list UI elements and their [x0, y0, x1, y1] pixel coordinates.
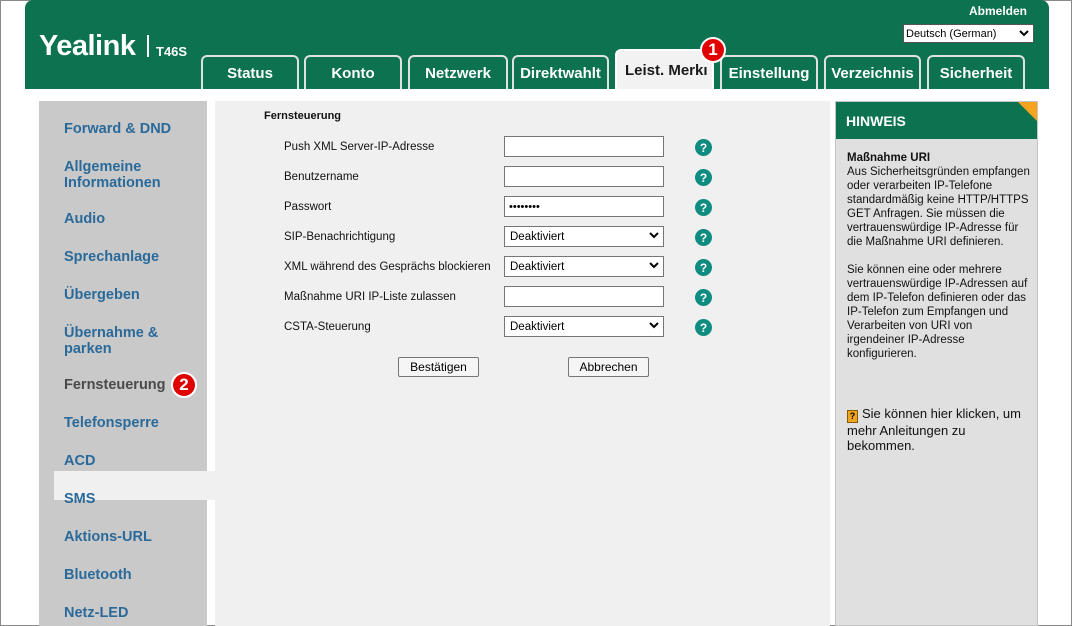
field-label-passwort: Passwort	[284, 201, 332, 213]
hint-body: Maßnahme URI Aus Sicherheitsgründen empf…	[847, 151, 1031, 375]
help-icon[interactable]: ?	[695, 229, 712, 246]
hint-more-instructions-link[interactable]: ? Sie können hier klicken, um mehr Anleit…	[847, 406, 1031, 453]
yealink-logo: Yealink	[39, 30, 136, 62]
tab-label: Sicherheit	[939, 64, 1013, 82]
tab-leistungsmerkmale[interactable]: Leist. Merkı	[615, 49, 714, 89]
sidebar-item-telefonsperre[interactable]: Telefonsperre	[64, 415, 204, 431]
csta-control-select[interactable]: Deaktiviert	[504, 316, 664, 337]
field-label-xml-block: XML während des Gesprächs blockieren	[284, 261, 491, 273]
help-icon[interactable]: ?	[695, 289, 712, 306]
help-icon[interactable]: ?	[695, 139, 712, 156]
section-title: Fernsteuerung	[264, 110, 342, 122]
chevron-down-icon	[649, 322, 659, 329]
hint-title-text: HINWEIS	[846, 112, 906, 129]
password-input[interactable]	[504, 196, 664, 217]
hint-corner-fold	[1018, 102, 1037, 121]
sidebar-item-allgemeine-informationen[interactable]: Allgemeine Informationen	[64, 159, 174, 191]
field-label-csta-steuerung: CSTA-Steuerung	[284, 321, 371, 333]
tab-label: Netzwerk	[425, 64, 491, 82]
language-select-value: Deutsch (German)	[906, 27, 997, 40]
tab-netzwerk[interactable]: Netzwerk	[408, 55, 508, 89]
hint-subtitle: Maßnahme URI	[847, 152, 931, 164]
help-icon[interactable]: ?	[695, 199, 712, 216]
tab-label: Direktwahlt	[520, 64, 601, 82]
help-icon[interactable]: ?	[695, 259, 712, 276]
step-badge-2: 2	[171, 372, 197, 398]
main-panel: Fernsteuerung Push XML Server-IP-Adresse…	[215, 101, 830, 626]
sidebar-item-aktions-url[interactable]: Aktions-URL	[64, 529, 204, 545]
language-select[interactable]: Deutsch (German)	[903, 24, 1034, 43]
tab-einstellung[interactable]: Einstellung	[720, 55, 818, 89]
field-label-benutzername: Benutzername	[284, 171, 359, 183]
hint-panel: HINWEIS Maßnahme URI Aus Sicherheitsgrün…	[835, 101, 1038, 626]
sidebar-item-sprechanlage[interactable]: Sprechanlage	[64, 249, 204, 265]
logout-link[interactable]: Abmelden	[969, 4, 1027, 18]
chevron-down-icon	[1019, 30, 1029, 37]
step-badge-1: 1	[700, 37, 726, 63]
tab-label: Status	[227, 64, 273, 82]
sidebar: Forward & DND Allgemeine Informationen A…	[39, 101, 215, 626]
field-label-action-uri-allow-ip: Maßnahme URI IP-Liste zulassen	[284, 291, 456, 303]
tab-sicherheit[interactable]: Sicherheit	[927, 55, 1025, 89]
select-value: Deaktiviert	[510, 260, 565, 273]
chevron-down-icon	[649, 232, 659, 239]
sidebar-item-bluetooth[interactable]: Bluetooth	[64, 567, 204, 583]
xml-block-during-call-select[interactable]: Deaktiviert	[504, 256, 664, 277]
push-xml-server-ip-input[interactable]	[504, 136, 664, 157]
select-value: Deaktiviert	[510, 230, 565, 243]
sidebar-item-audio[interactable]: Audio	[64, 211, 204, 227]
sidebar-item-sms[interactable]: SMS	[64, 491, 204, 507]
help-icon[interactable]: ?	[695, 169, 712, 186]
username-input[interactable]	[504, 166, 664, 187]
cancel-button[interactable]: Abbrechen	[568, 357, 649, 377]
sidebar-item-acd[interactable]: ACD	[64, 453, 204, 469]
tab-direktwahltaste[interactable]: Direktwahlt	[512, 55, 609, 89]
tab-konto[interactable]: Konto	[304, 55, 402, 89]
hint-title: HINWEIS	[836, 102, 1037, 139]
header-bar: Yealink T46S Abmelden Deutsch (German) S…	[25, 0, 1049, 89]
hint-paragraph-2: Sie können eine oder mehrere vertrauensw…	[847, 264, 1028, 360]
select-value: Deaktiviert	[510, 320, 565, 333]
model-label: T46S	[156, 44, 188, 59]
tab-status[interactable]: Status	[201, 55, 299, 89]
tab-label: Konto	[331, 64, 375, 82]
hint-paragraph-1: Aus Sicherheitsgründen empfangen oder ve…	[847, 166, 1030, 248]
sidebar-item-uebernahme-parken[interactable]: Übernahme & parken	[64, 325, 164, 357]
tab-label: Verzeichnis	[831, 64, 914, 82]
field-label-push-xml-server-ip: Push XML Server-IP-Adresse	[284, 141, 435, 153]
tab-label: Leist. Merkı	[625, 61, 708, 79]
tab-label: Einstellung	[728, 64, 810, 82]
book-icon: ?	[847, 410, 858, 423]
sidebar-item-netz-led[interactable]: Netz-LED	[64, 605, 204, 621]
sidebar-item-uebergeben[interactable]: Übergeben	[64, 287, 204, 303]
action-uri-allow-ip-input[interactable]	[504, 286, 664, 307]
chevron-down-icon	[649, 262, 659, 269]
field-label-sip-benachrichtigung: SIP-Benachrichtigung	[284, 231, 396, 243]
confirm-button[interactable]: Bestätigen	[398, 357, 479, 377]
tab-verzeichnis[interactable]: Verzeichnis	[824, 55, 921, 89]
help-icon[interactable]: ?	[695, 319, 712, 336]
sidebar-item-forward-dnd[interactable]: Forward & DND	[64, 121, 204, 137]
logo-divider	[147, 35, 149, 57]
sip-notification-select[interactable]: Deaktiviert	[504, 226, 664, 247]
hint-link-text: Sie können hier klicken, um mehr Anleitu…	[847, 406, 1021, 453]
